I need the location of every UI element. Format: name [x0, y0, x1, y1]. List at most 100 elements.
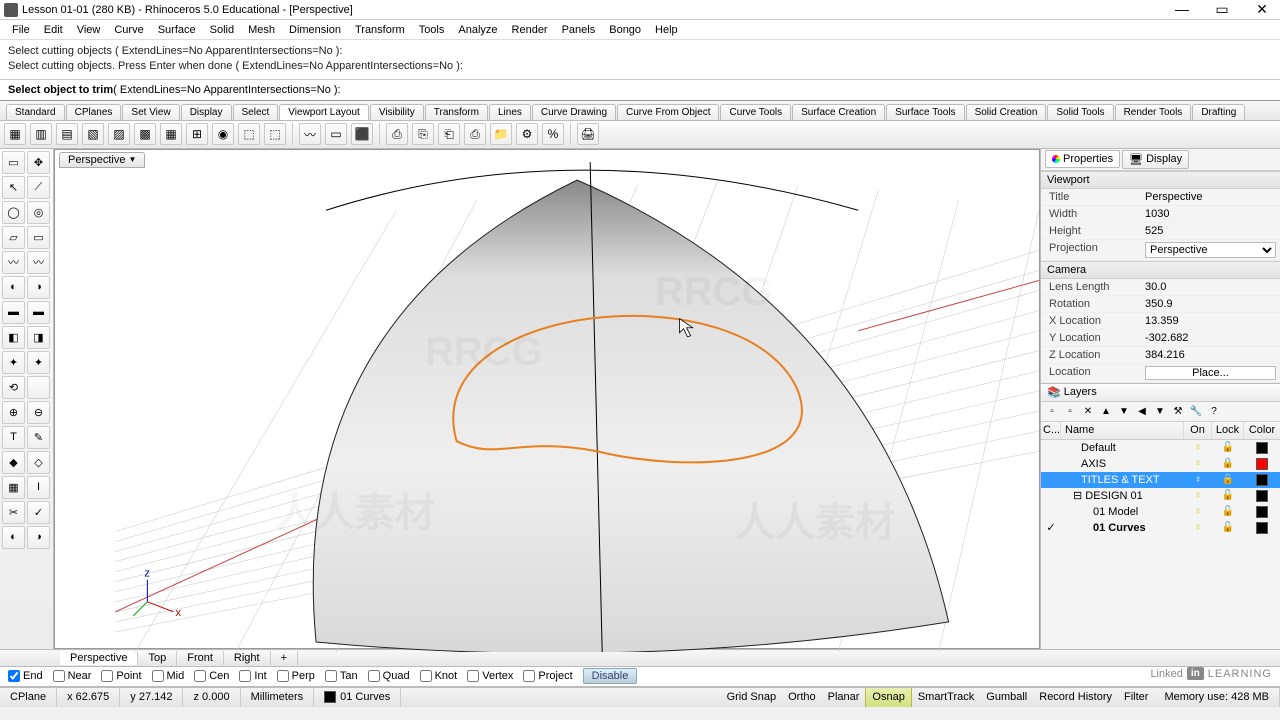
menu-edit[interactable]: Edit — [38, 22, 69, 38]
status-cplane[interactable]: CPlane — [0, 688, 57, 707]
viewport-canvas[interactable]: z x — [55, 150, 1039, 652]
toolbar-button[interactable]: 📁 — [490, 123, 512, 145]
tool-button[interactable]: ◑ — [27, 526, 50, 549]
toolbar-button[interactable]: ⎙ — [464, 123, 486, 145]
osnap-vertex[interactable]: Vertex — [467, 670, 513, 682]
tab-display[interactable]: Display — [181, 104, 232, 120]
tool-button[interactable]: ✓ — [27, 501, 50, 524]
status-toggle-ortho[interactable]: Ortho — [782, 688, 822, 707]
layer-row[interactable]: TITLES & TEXT ♀ 🔒 — [1041, 472, 1280, 488]
toolbar-button[interactable]: ⬛ — [351, 123, 373, 145]
col-name[interactable]: Name — [1061, 422, 1184, 439]
tab-transform[interactable]: Transform — [425, 104, 488, 120]
menu-file[interactable]: File — [6, 22, 36, 38]
move-down-icon[interactable]: ▼ — [1117, 404, 1131, 418]
cam-loc-value[interactable]: Place... — [1141, 364, 1280, 382]
tool-button[interactable]: ◐ — [2, 276, 25, 299]
tab-standard[interactable]: Standard — [6, 104, 65, 120]
tab-visibility[interactable]: Visibility — [370, 104, 424, 120]
tab-surface-tools[interactable]: Surface Tools — [886, 104, 964, 120]
menu-panels[interactable]: Panels — [556, 22, 602, 38]
help-icon[interactable]: ? — [1207, 404, 1221, 418]
toolbar-button[interactable]: ⬚ — [264, 123, 286, 145]
tool-button[interactable]: ✎ — [27, 426, 50, 449]
menu-bongo[interactable]: Bongo — [603, 22, 647, 38]
status-toggle-grid-snap[interactable]: Grid Snap — [721, 688, 783, 707]
prop-projection-value[interactable]: Perspective — [1141, 240, 1280, 260]
osnap-disable-button[interactable]: Disable — [583, 668, 638, 684]
status-y[interactable]: y 27.142 — [120, 688, 183, 707]
tool-button[interactable]: ⊕ — [2, 401, 25, 424]
layers-tab[interactable]: 📚 Layers — [1041, 384, 1280, 402]
tool-button[interactable]: ✦ — [27, 351, 50, 374]
menu-analyze[interactable]: Analyze — [452, 22, 503, 38]
osnap-int[interactable]: Int — [239, 670, 266, 682]
toolbar-button[interactable]: ◉ — [212, 123, 234, 145]
tab-surface-creation[interactable]: Surface Creation — [792, 104, 885, 120]
add-view-tab[interactable]: + — [271, 651, 298, 665]
new-layer-icon[interactable]: ▫ — [1045, 404, 1059, 418]
place-button[interactable]: Place... — [1145, 366, 1276, 380]
tool-button[interactable]: ✥ — [27, 151, 50, 174]
prop-height-value[interactable]: 525 — [1141, 223, 1280, 239]
tab-curve-drawing[interactable]: Curve Drawing — [532, 104, 616, 120]
osnap-tan[interactable]: Tan — [325, 670, 358, 682]
toolbar-button[interactable]: 🖨 — [577, 123, 599, 145]
menu-surface[interactable]: Surface — [152, 22, 202, 38]
tool-button[interactable]: ✂ — [2, 501, 25, 524]
status-toggle-smarttrack[interactable]: SmartTrack — [912, 688, 980, 707]
layer-row[interactable]: ⊟ DESIGN 01 ♀ 🔓 — [1041, 488, 1280, 504]
tab-lines[interactable]: Lines — [489, 104, 531, 120]
new-sublayer-icon[interactable]: ▫ — [1063, 404, 1077, 418]
tab-drafting[interactable]: Drafting — [1192, 104, 1245, 120]
toolbar-button[interactable]: ▤ — [56, 123, 78, 145]
tool-button[interactable]: ↖ — [2, 176, 25, 199]
maximize-button[interactable]: ▭ — [1208, 1, 1236, 18]
tool-button[interactable]: ◇ — [27, 451, 50, 474]
toolbar-button[interactable]: ▦ — [160, 123, 182, 145]
cam-x-value[interactable]: 13.359 — [1141, 313, 1280, 329]
menu-transform[interactable]: Transform — [349, 22, 411, 38]
filter-icon[interactable]: ▼ — [1153, 404, 1167, 418]
tab-cplanes[interactable]: CPlanes — [66, 104, 122, 120]
tool-button[interactable]: ◐ — [2, 526, 25, 549]
toolbar-button[interactable]: ⎘ — [412, 123, 434, 145]
osnap-end[interactable]: End — [8, 670, 43, 682]
layer-row[interactable]: Default ♀ 🔓 — [1041, 440, 1280, 456]
cam-y-value[interactable]: -302.682 — [1141, 330, 1280, 346]
tool-button[interactable]: ▱ — [2, 226, 25, 249]
tab-set-view[interactable]: Set View — [122, 104, 179, 120]
osnap-quad[interactable]: Quad — [368, 670, 410, 682]
osnap-project[interactable]: Project — [523, 670, 572, 682]
tool-button[interactable]: ◎ — [27, 201, 50, 224]
tool-button[interactable]: ◆ — [2, 451, 25, 474]
tool-button[interactable]: ▬ — [2, 301, 25, 324]
toolbar-button[interactable]: ⚙ — [516, 123, 538, 145]
tab-display[interactable]: 🖥 Display — [1122, 150, 1189, 169]
col-lock[interactable]: Lock — [1212, 422, 1244, 439]
view-tab-perspective[interactable]: Perspective — [60, 651, 138, 665]
toolbar-button[interactable]: ▩ — [134, 123, 156, 145]
menu-solid[interactable]: Solid — [204, 22, 240, 38]
tool-button[interactable]: ◧ — [2, 326, 25, 349]
toolbar-button[interactable]: 〰 — [299, 123, 321, 145]
tool-button[interactable]: T — [2, 426, 25, 449]
close-button[interactable]: ✕ — [1248, 1, 1276, 18]
col-color[interactable]: Color — [1244, 422, 1280, 439]
layer-row[interactable]: 01 Model ♀ 🔓 — [1041, 504, 1280, 520]
cam-rot-value[interactable]: 350.9 — [1141, 296, 1280, 312]
minimize-button[interactable]: — — [1168, 1, 1196, 18]
col-current[interactable]: C... — [1041, 422, 1061, 439]
toolbar-button[interactable]: ⎗ — [438, 123, 460, 145]
osnap-mid[interactable]: Mid — [152, 670, 185, 682]
tool-button[interactable]: ⟲ — [2, 376, 25, 399]
tool-button[interactable]: ▦ — [2, 476, 25, 499]
tool-button[interactable] — [27, 376, 50, 399]
projection-select[interactable]: Perspective — [1145, 242, 1276, 258]
menu-tools[interactable]: Tools — [413, 22, 451, 38]
layer-row[interactable]: ✓ 01 Curves ♀ 🔓 — [1041, 520, 1280, 536]
tab-curve-from-object[interactable]: Curve From Object — [617, 104, 719, 120]
toolbar-button[interactable]: ▧ — [82, 123, 104, 145]
tab-solid-creation[interactable]: Solid Creation — [966, 104, 1047, 120]
toolbar-button[interactable]: ▭ — [325, 123, 347, 145]
